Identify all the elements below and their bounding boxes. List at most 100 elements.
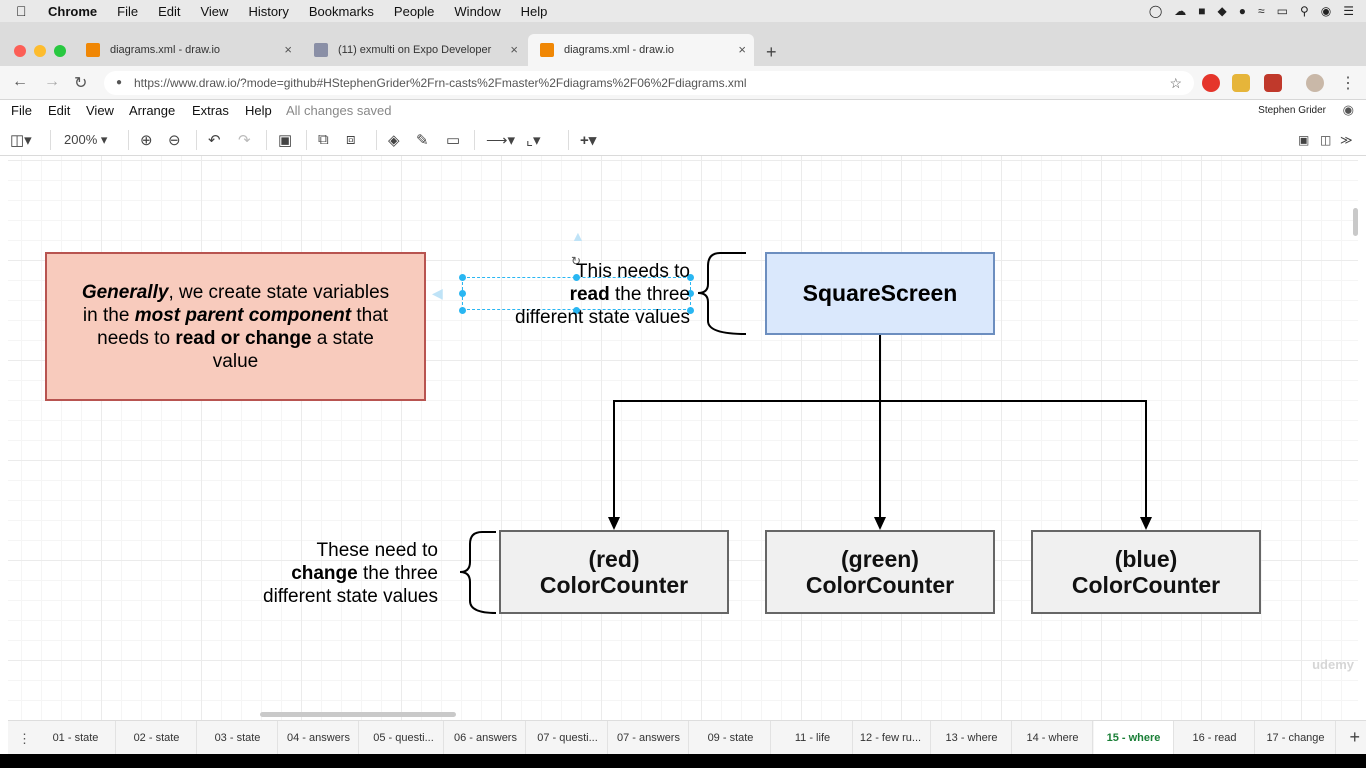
- page-tab[interactable]: 02 - state: [117, 721, 197, 755]
- diagram-canvas[interactable]: Generally, we create state variables in …: [8, 156, 1358, 720]
- battery-icon[interactable]: ▭: [1277, 4, 1288, 18]
- drawio-menu-help[interactable]: Help: [245, 103, 272, 118]
- line-color-icon[interactable]: ✎: [416, 131, 429, 149]
- browser-tab-1[interactable]: diagrams.xml - draw.io ×: [74, 34, 300, 66]
- page-tab[interactable]: 16 - read: [1175, 721, 1255, 755]
- page-tab[interactable]: 07 - questi...: [528, 721, 608, 755]
- fullscreen-icon[interactable]: ▣: [1298, 133, 1309, 147]
- blue-color-counter-box[interactable]: (blue) ColorCounter: [1031, 530, 1261, 614]
- change-label[interactable]: These need to change the three different…: [216, 539, 438, 608]
- page-tab[interactable]: 14 - where: [1013, 721, 1093, 755]
- page-tab[interactable]: 17 - change: [1256, 721, 1336, 755]
- undo-icon[interactable]: ↶: [208, 131, 221, 149]
- spotlight-search-icon[interactable]: ⚲: [1300, 4, 1309, 18]
- page-tab[interactable]: 07 - answers: [609, 721, 689, 755]
- drawio-menu-view[interactable]: View: [86, 103, 114, 118]
- elephant-icon[interactable]: ■: [1198, 4, 1205, 18]
- zoom-in-icon[interactable]: ⊕: [140, 131, 153, 149]
- waypoints-icon[interactable]: ⌞▾: [526, 131, 541, 149]
- glasses-icon[interactable]: ◯: [1149, 4, 1162, 18]
- resize-handle[interactable]: [459, 290, 466, 297]
- to-back-icon[interactable]: ⧈: [346, 131, 356, 148]
- page-tab-active[interactable]: 15 - where: [1094, 721, 1174, 755]
- page-tab[interactable]: 05 - questi...: [364, 721, 444, 755]
- forward-arrow-icon[interactable]: →: [44, 73, 60, 91]
- square-screen-box[interactable]: SquareScreen: [765, 252, 995, 335]
- state-note-box[interactable]: Generally, we create state variables in …: [45, 252, 426, 401]
- maximize-window-button[interactable]: [54, 45, 66, 57]
- resize-handle[interactable]: [459, 307, 466, 314]
- format-panel-icon[interactable]: ◫▾: [10, 131, 32, 149]
- page-tab[interactable]: 09 - state: [691, 721, 771, 755]
- page-tab[interactable]: 04 - answers: [279, 721, 359, 755]
- menubar-edit[interactable]: Edit: [158, 4, 180, 19]
- collapse-toolbar-icon[interactable]: ≫: [1340, 133, 1353, 147]
- new-tab-button[interactable]: +: [766, 42, 777, 63]
- red-color-counter-box[interactable]: (red) ColorCounter: [499, 530, 729, 614]
- page-tab[interactable]: 11 - life: [773, 721, 853, 755]
- green-color-counter-box[interactable]: (green) ColorCounter: [765, 530, 995, 614]
- toggle-format-panel-icon[interactable]: ◫: [1320, 133, 1331, 147]
- drawio-menu-arrange[interactable]: Arrange: [129, 103, 175, 118]
- camera-icon[interactable]: ●: [1239, 4, 1246, 18]
- page-tab[interactable]: 01 - state: [36, 721, 116, 755]
- cloud-icon[interactable]: ☁: [1174, 4, 1186, 18]
- page-tab[interactable]: 03 - state: [198, 721, 278, 755]
- apple-icon[interactable]: : [16, 3, 36, 19]
- pages-menu-icon[interactable]: ⋮: [18, 731, 31, 747]
- zoom-out-icon[interactable]: ⊖: [168, 131, 181, 149]
- delete-icon[interactable]: ▣: [278, 131, 292, 149]
- drawio-menu-extras[interactable]: Extras: [192, 103, 229, 118]
- vertical-scrollbar[interactable]: [1353, 208, 1358, 236]
- page-tab[interactable]: 12 - few ru...: [851, 721, 931, 755]
- horizontal-scrollbar[interactable]: [260, 712, 456, 717]
- drawio-menu-edit[interactable]: Edit: [48, 103, 70, 118]
- hover-arrow-up-icon[interactable]: ▲: [571, 228, 585, 244]
- wifi-icon[interactable]: ≈: [1258, 4, 1265, 18]
- language-globe-icon[interactable]: ◉: [1343, 102, 1354, 118]
- chrome-menu-icon[interactable]: ⋮: [1340, 73, 1356, 93]
- hover-arrow-left-icon[interactable]: ◀: [432, 285, 443, 302]
- menubar-file[interactable]: File: [117, 4, 138, 19]
- read-label[interactable]: This needs to read the three different s…: [474, 260, 690, 329]
- close-window-button[interactable]: [14, 45, 26, 57]
- fill-color-icon[interactable]: ◈: [388, 131, 400, 149]
- connection-style-icon[interactable]: ⟶▾: [486, 131, 515, 149]
- dropbox-icon[interactable]: ◆: [1218, 4, 1227, 18]
- add-page-button[interactable]: +: [1349, 727, 1360, 748]
- reload-icon[interactable]: ↻: [74, 73, 87, 93]
- menubar-app-name[interactable]: Chrome: [48, 4, 97, 19]
- to-front-icon[interactable]: ⧉: [318, 131, 329, 148]
- shadow-icon[interactable]: ▭: [446, 131, 460, 149]
- resize-handle[interactable]: [459, 274, 466, 281]
- close-tab-icon[interactable]: ×: [284, 42, 292, 57]
- redo-icon[interactable]: ↷: [238, 131, 251, 149]
- close-tab-icon[interactable]: ×: [738, 42, 746, 57]
- ublock-extension-icon[interactable]: [1264, 74, 1282, 92]
- change-label-line-3: different state values: [263, 586, 438, 607]
- close-tab-icon[interactable]: ×: [506, 42, 518, 57]
- menubar-bookmarks[interactable]: Bookmarks: [309, 4, 374, 19]
- page-tab[interactable]: 06 - answers: [446, 721, 526, 755]
- url-input[interactable]: ● https://www.draw.io/?mode=github#HStep…: [104, 71, 1194, 95]
- opera-extension-icon[interactable]: [1202, 74, 1220, 92]
- menubar-window[interactable]: Window: [454, 4, 500, 19]
- user-name[interactable]: Stephen Grider: [1258, 105, 1326, 116]
- insert-plus-icon[interactable]: +▾: [580, 131, 596, 149]
- bookmark-star-icon[interactable]: ☆: [1169, 71, 1182, 95]
- siri-icon[interactable]: ◉: [1321, 4, 1331, 18]
- profile-avatar[interactable]: [1306, 74, 1324, 92]
- drawio-menu-file[interactable]: File: [11, 103, 32, 118]
- browser-tab-2[interactable]: (11) exmulti on Expo Developer ×: [302, 34, 526, 66]
- notes-extension-icon[interactable]: [1232, 74, 1250, 92]
- page-tab[interactable]: 13 - where: [932, 721, 1012, 755]
- notification-center-icon[interactable]: ☰: [1343, 4, 1354, 18]
- zoom-select[interactable]: 200% ▾: [64, 132, 107, 148]
- menubar-people[interactable]: People: [394, 4, 434, 19]
- minimize-window-button[interactable]: [34, 45, 46, 57]
- menubar-view[interactable]: View: [200, 4, 228, 19]
- menubar-help[interactable]: Help: [521, 4, 548, 19]
- menubar-history[interactable]: History: [248, 4, 288, 19]
- browser-tab-3-active[interactable]: diagrams.xml - draw.io ×: [528, 34, 754, 66]
- back-arrow-icon[interactable]: ←: [12, 73, 28, 91]
